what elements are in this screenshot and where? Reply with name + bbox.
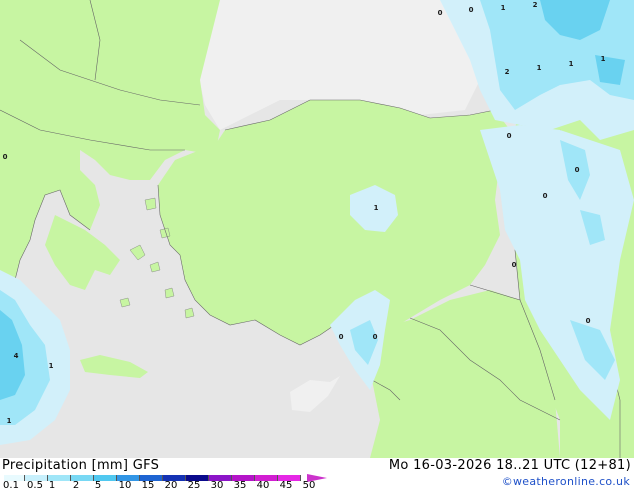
precip-label: 1 bbox=[374, 204, 379, 212]
legend-tick: 35 bbox=[233, 480, 247, 490]
legend-tick: 5 bbox=[94, 480, 102, 490]
precip-label: 0 bbox=[507, 132, 512, 140]
legend-ticks: 0.1 0.5 1 2 5 10 15 20 25 30 35 40 45 50 bbox=[0, 480, 330, 490]
precip-label: 1 bbox=[569, 60, 574, 68]
precip-label: 0 bbox=[438, 9, 443, 17]
credit-link[interactable]: ©weatheronline.co.uk bbox=[502, 475, 630, 488]
precip-label: 2 bbox=[505, 68, 510, 76]
legend-tick: 50 bbox=[302, 480, 316, 490]
map-footer: Precipitation [mm] GFS Mo 16-03-2026 18.… bbox=[0, 458, 634, 490]
precip-label: 1 bbox=[501, 4, 506, 12]
legend-tick: 40 bbox=[256, 480, 270, 490]
legend-tick: 1 bbox=[48, 480, 56, 490]
legend-tick: 0.5 bbox=[27, 480, 43, 490]
legend-tick: 20 bbox=[164, 480, 178, 490]
precip-label: 1 bbox=[49, 362, 54, 370]
precip-label: 1 bbox=[601, 55, 606, 63]
precip-label: 0 bbox=[512, 261, 517, 269]
precip-label: 1 bbox=[537, 64, 542, 72]
legend-title-text: Precipitation [mm] GFS bbox=[2, 458, 160, 473]
precip-label: 0 bbox=[3, 153, 8, 161]
legend-title: Precipitation [mm] GFS bbox=[2, 458, 159, 473]
precip-label: 2 bbox=[533, 1, 538, 9]
precip-label: 0 bbox=[586, 317, 591, 325]
legend-tick: 25 bbox=[187, 480, 201, 490]
precip-label: 0 bbox=[373, 333, 378, 341]
precip-label: 1 bbox=[7, 417, 12, 425]
precip-label: 0 bbox=[469, 6, 474, 14]
precip-label: 0 bbox=[339, 333, 344, 341]
precip-label: 0 bbox=[575, 166, 580, 174]
valid-time: Mo 16-03-2026 18..21 UTC (12+81) bbox=[388, 458, 631, 473]
map-panel: 0 0 1 2 2 1 1 1 0 0 0 0 0 1 0 0 0 4 1 1 … bbox=[0, 0, 634, 490]
legend-tick: 45 bbox=[279, 480, 293, 490]
precip-label: 4 bbox=[14, 352, 19, 360]
precip-label: 0 bbox=[543, 192, 548, 200]
legend-tick: 2 bbox=[72, 480, 80, 490]
legend-tick: 10 bbox=[118, 480, 132, 490]
legend-tick: 15 bbox=[141, 480, 155, 490]
precipitation-map: 0 0 1 2 2 1 1 1 0 0 0 0 0 1 0 0 0 4 1 1 bbox=[0, 0, 634, 458]
legend-tick: 30 bbox=[210, 480, 224, 490]
legend-tick: 0.1 bbox=[3, 480, 19, 490]
